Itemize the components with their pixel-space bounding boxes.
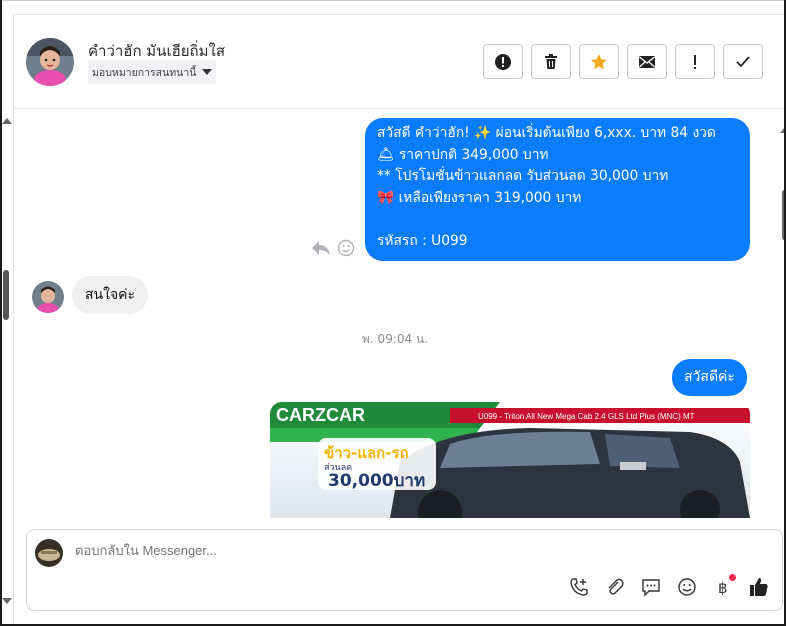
message-line: สวัสดี คำว่าฮัก! ✨ ผ่อนเริ่มต้นเพียง 6,x…	[377, 125, 716, 141]
emoji-button[interactable]	[676, 576, 698, 598]
reply-input[interactable]	[75, 543, 675, 558]
thumbs-up-icon	[750, 578, 768, 596]
scroll-down-arrow[interactable]	[2, 598, 12, 604]
attachment-button[interactable]	[604, 576, 626, 598]
alert-circle-icon	[495, 53, 511, 70]
assign-conversation-dropdown[interactable]: มอบหมายการสนทนานี้	[88, 60, 217, 84]
chat-bubble-icon	[642, 579, 660, 597]
messenger-window: คำว่าฮัก มันเฮียถิ่มใส มอบหมายการสนทนานี…	[0, 0, 786, 626]
composer-tools: ฿	[568, 574, 770, 598]
check-icon	[736, 55, 750, 67]
message-composer: ฿	[26, 529, 783, 611]
delete-button[interactable]	[531, 44, 571, 79]
message-line	[377, 209, 740, 231]
exclamation-icon	[694, 54, 696, 69]
spam-button[interactable]	[483, 44, 523, 79]
like-button[interactable]	[748, 576, 770, 598]
banner-text: U099 - Triton All New Mega Cab 2.4 GLS L…	[478, 412, 695, 421]
mark-done-button[interactable]	[723, 44, 763, 79]
chevron-down-icon	[202, 69, 213, 75]
mark-unread-button[interactable]	[627, 44, 667, 79]
conversation-header: คำว่าฮัก มันเฮียถิ่มใส มอบหมายการสนทนานี…	[14, 15, 784, 109]
message-timestamp: พ. 09:04 น.	[362, 332, 428, 346]
payment-button[interactable]: ฿	[712, 574, 736, 598]
outgoing-message[interactable]: สวัสดี คำว่าฮัก! ✨ ผ่อนเริ่มต้นเพียง 6,x…	[365, 118, 750, 261]
top-border	[2, 0, 784, 1]
star-button[interactable]	[579, 44, 619, 79]
message-line: ** โปรโมชั่นข้าวแลกลด รับส่วนลด 30,000 บ…	[377, 168, 669, 184]
brand-text: CARZCAR	[276, 405, 365, 425]
envelope-icon	[639, 55, 655, 68]
image-attachment[interactable]: CARZCAR U099 - Triton All New Mega Cab 2…	[270, 402, 750, 518]
assign-label: มอบหมายการสนทนานี้	[92, 66, 197, 79]
phone-plus-icon	[570, 578, 588, 596]
smiley-icon	[678, 578, 696, 596]
paperclip-icon	[608, 578, 624, 595]
saved-reply-button[interactable]	[640, 576, 662, 598]
scrollbar-thumb-left[interactable]	[3, 270, 9, 320]
call-add-button[interactable]	[568, 576, 590, 598]
scroll-up-arrow-right[interactable]	[780, 128, 784, 133]
svg-text:฿: ฿	[718, 579, 728, 597]
promo-amount: 30,000บาท	[328, 471, 425, 491]
sender-avatar[interactable]	[32, 281, 64, 313]
contact-avatar[interactable]	[26, 38, 74, 86]
message-line: 🎀 เหลือเพียงราคา 319,000 บาท	[377, 189, 582, 206]
outgoing-message[interactable]: สวัสดีค่ะ	[672, 359, 747, 396]
trash-icon	[545, 53, 557, 69]
notification-dot	[729, 574, 736, 581]
scroll-up-arrow[interactable]	[2, 118, 12, 124]
incoming-message[interactable]: สนใจค่ะ	[72, 276, 149, 314]
page-avatar	[35, 539, 63, 567]
star-icon	[591, 53, 607, 69]
promo-line1: ข้าว-แลก-รถ	[324, 444, 409, 462]
react-emoji-icon[interactable]	[337, 239, 355, 257]
message-line: 🛎 ราคาปกติ 349,000 บาท	[377, 146, 549, 163]
reply-icon[interactable]	[311, 239, 331, 257]
follow-up-button[interactable]	[675, 44, 715, 79]
header-actions	[483, 44, 763, 79]
message-line: รหัสรถ : U099	[377, 232, 468, 249]
message-actions	[311, 239, 355, 257]
scrollbar-thumb-right[interactable]	[782, 190, 784, 240]
